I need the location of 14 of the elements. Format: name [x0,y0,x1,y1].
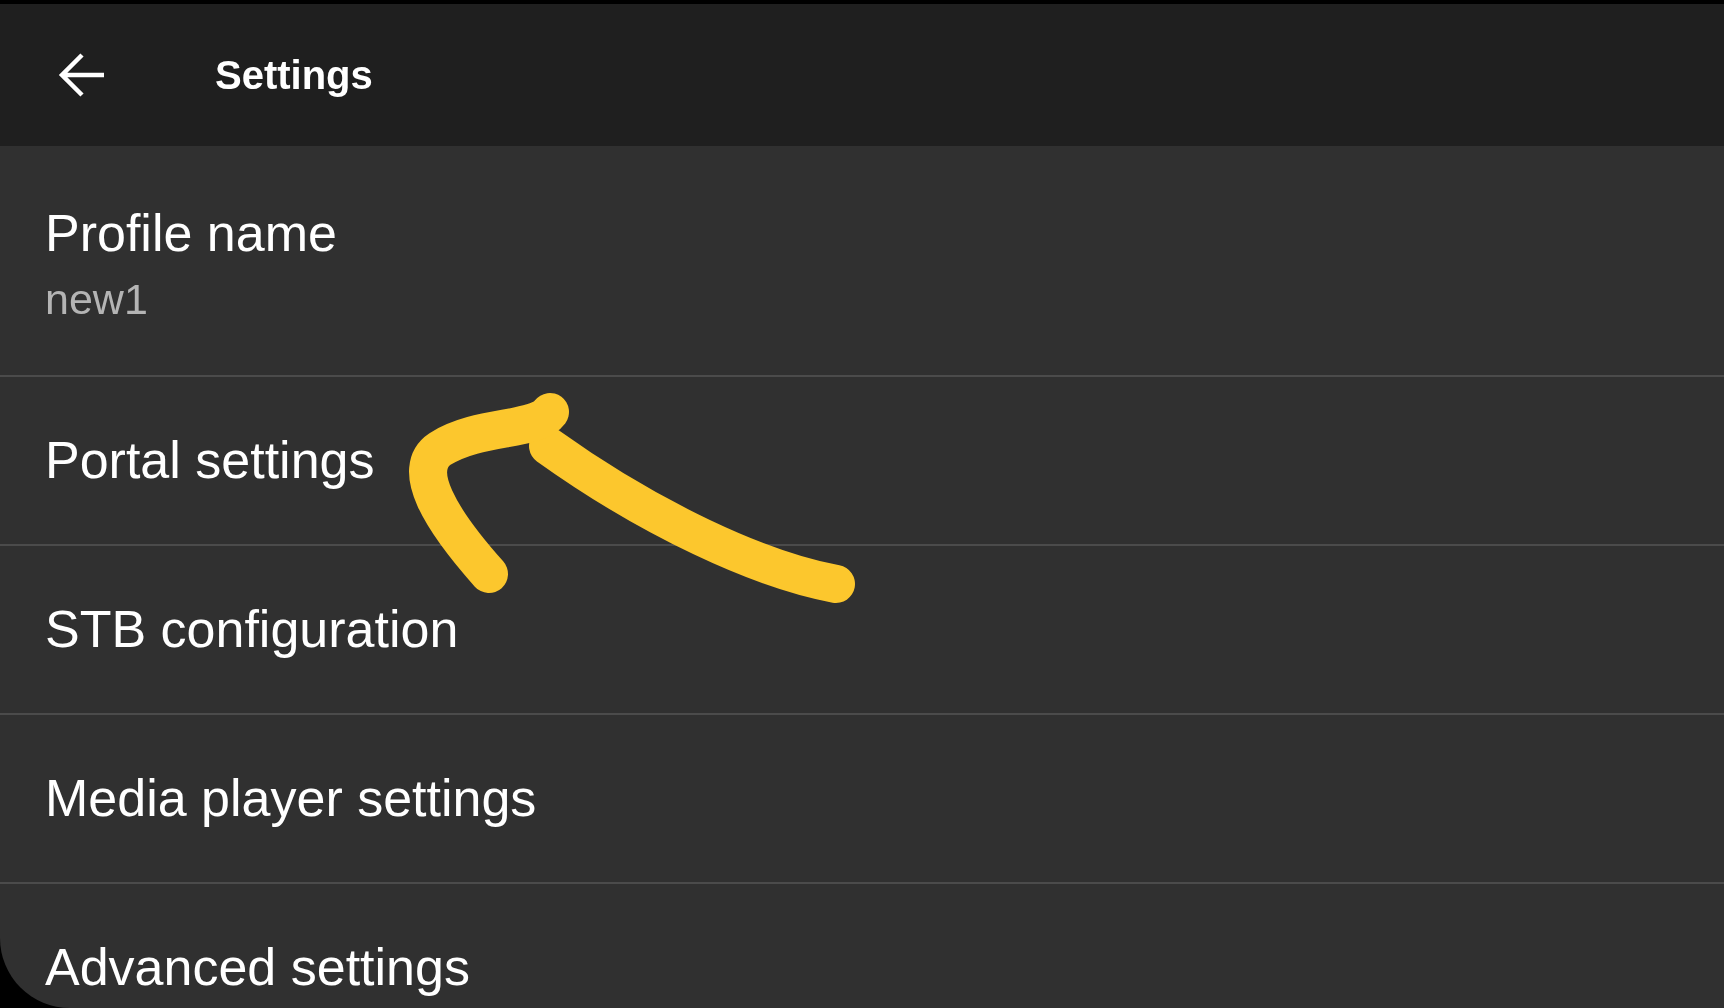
setting-title: Media player settings [45,768,538,830]
setting-title: Portal settings [45,430,376,492]
settings-item[interactable]: Portal settings [0,377,1724,546]
settings-item[interactable]: Advanced settings [0,884,1724,1008]
setting-title: STB configuration [45,599,460,661]
settings-item[interactable]: Profile name new1 [0,146,1724,377]
settings-item[interactable]: STB configuration [0,546,1724,715]
back-button[interactable] [58,51,106,99]
setting-title: Profile name [45,203,338,264]
setting-title: Advanced settings [45,937,471,999]
settings-item[interactable]: Media player settings [0,715,1724,884]
screen-title: Settings [215,52,373,99]
setting-value: new1 [45,274,149,326]
arrow-left-icon [58,51,106,99]
